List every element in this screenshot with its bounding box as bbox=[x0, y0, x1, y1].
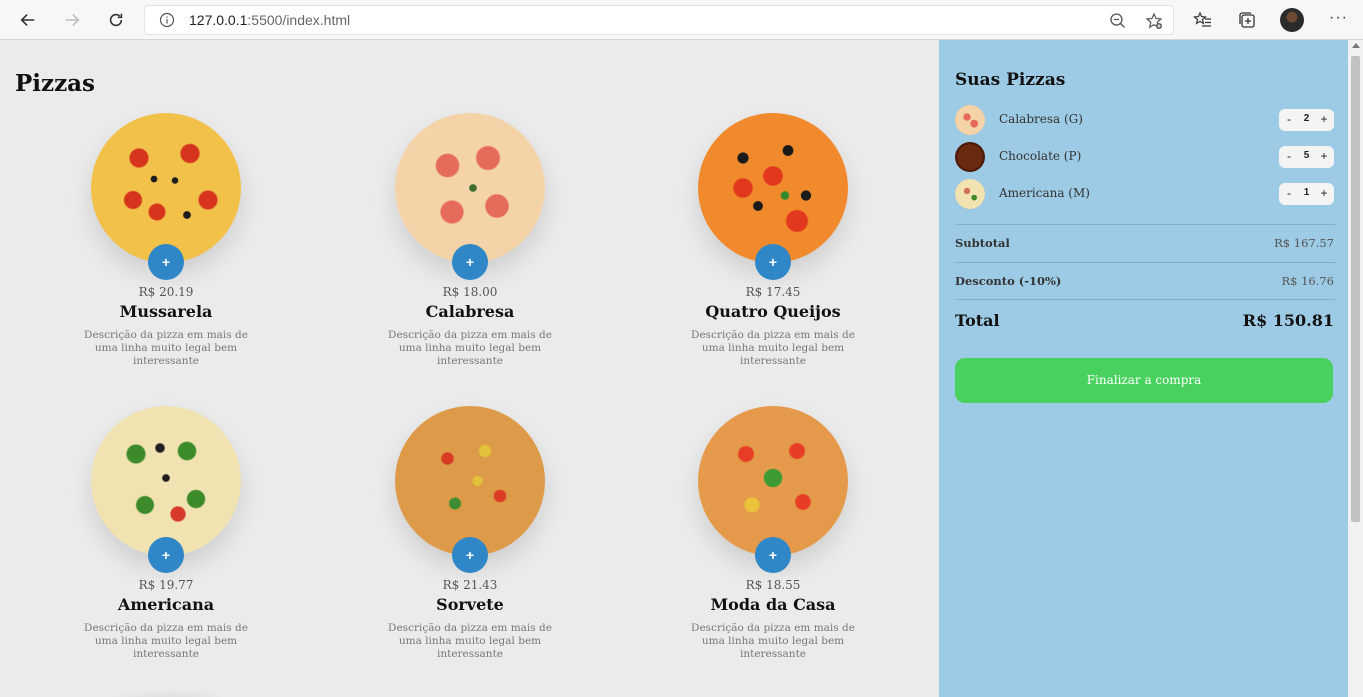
divider bbox=[955, 224, 1335, 225]
cart-item-thumbnail bbox=[955, 105, 985, 135]
decrease-quantity-button[interactable]: - bbox=[1282, 186, 1296, 202]
pizza-price: R$ 21.43 bbox=[442, 578, 498, 592]
total-value: R$ 150.81 bbox=[1242, 311, 1334, 330]
pizza-price: R$ 18.55 bbox=[745, 578, 801, 592]
cart-item: Calabresa (G) - 2 + bbox=[955, 105, 1335, 137]
quantity-value: 2 bbox=[1303, 113, 1310, 124]
cart-item-thumbnail bbox=[955, 142, 985, 172]
scrollbar-thumb[interactable] bbox=[1351, 56, 1360, 522]
increase-quantity-button[interactable]: + bbox=[1317, 149, 1331, 165]
cart-item: Chocolate (P) - 5 + bbox=[955, 142, 1335, 174]
cart-title: Suas Pizzas bbox=[955, 70, 1066, 90]
url-host: 127.0.0.1 bbox=[189, 12, 248, 28]
more-icon[interactable]: ··· bbox=[1329, 9, 1348, 27]
checkout-button[interactable]: Finalizar a compra bbox=[955, 358, 1333, 403]
profile-avatar[interactable] bbox=[1280, 8, 1304, 32]
back-arrow-icon[interactable] bbox=[16, 8, 40, 32]
forward-arrow-icon[interactable] bbox=[60, 8, 84, 32]
pizza-price: R$ 20.19 bbox=[138, 285, 194, 299]
discount-label: Desconto (-10%) bbox=[955, 274, 1062, 288]
add-pizza-button[interactable]: + bbox=[755, 537, 791, 573]
add-pizza-button[interactable]: + bbox=[148, 244, 184, 280]
quantity-value: 5 bbox=[1303, 150, 1310, 161]
subtotal-value: R$ 167.57 bbox=[1274, 236, 1334, 250]
page-content: Pizzas + R$ 20.19 Mussarela Descrição da… bbox=[0, 40, 1363, 697]
increase-quantity-button[interactable]: + bbox=[1317, 186, 1331, 202]
subtotal-label: Subtotal bbox=[955, 236, 1010, 250]
url-text: 127.0.0.1:5500/index.html bbox=[189, 12, 350, 28]
pizza-image[interactable] bbox=[91, 113, 241, 263]
increase-quantity-button[interactable]: + bbox=[1317, 112, 1331, 128]
next-pizza-shadow bbox=[100, 688, 240, 697]
scrollbar[interactable] bbox=[1348, 40, 1363, 697]
quantity-stepper: - 1 + bbox=[1279, 183, 1334, 205]
reload-icon[interactable] bbox=[104, 8, 128, 32]
collections-icon[interactable] bbox=[1237, 10, 1257, 30]
info-icon[interactable] bbox=[159, 12, 175, 28]
pizza-menu: Pizzas + R$ 20.19 Mussarela Descrição da… bbox=[0, 40, 939, 697]
quantity-value: 1 bbox=[1303, 187, 1310, 198]
cart-item-thumbnail bbox=[955, 179, 985, 209]
scroll-up-arrow-icon[interactable] bbox=[1352, 43, 1360, 48]
pizza-name: Americana bbox=[117, 595, 215, 614]
cart-item-label: Calabresa (G) bbox=[999, 112, 1083, 126]
quantity-stepper: - 5 + bbox=[1279, 146, 1334, 168]
pizza-description: Descrição da pizza em mais de uma linha … bbox=[691, 622, 855, 660]
pizza-name: Sorvete bbox=[436, 595, 504, 614]
address-bar[interactable]: 127.0.0.1:5500/index.html bbox=[144, 5, 1174, 35]
zoom-out-icon[interactable] bbox=[1109, 12, 1127, 30]
cart-item-label: Chocolate (P) bbox=[999, 149, 1082, 163]
pizza-image[interactable] bbox=[698, 113, 848, 263]
pizza-description: Descrição da pizza em mais de uma linha … bbox=[691, 329, 855, 367]
add-pizza-button[interactable]: + bbox=[452, 244, 488, 280]
add-pizza-button[interactable]: + bbox=[148, 537, 184, 573]
add-pizza-button[interactable]: + bbox=[452, 537, 488, 573]
pizza-price: R$ 18.00 bbox=[442, 285, 498, 299]
cart-item-label: Americana (M) bbox=[999, 186, 1090, 200]
decrease-quantity-button[interactable]: - bbox=[1282, 112, 1296, 128]
pizza-name: Quatro Queijos bbox=[705, 302, 841, 321]
page-title: Pizzas bbox=[15, 70, 96, 97]
pizza-description: Descrição da pizza em mais de uma linha … bbox=[388, 329, 552, 367]
quantity-stepper: - 2 + bbox=[1279, 109, 1334, 131]
divider bbox=[955, 299, 1335, 300]
pizza-image[interactable] bbox=[395, 113, 545, 263]
add-pizza-button[interactable]: + bbox=[755, 244, 791, 280]
pizza-price: R$ 17.45 bbox=[745, 285, 801, 299]
discount-value: R$ 16.76 bbox=[1281, 274, 1334, 288]
pizza-name: Mussarela bbox=[119, 302, 213, 321]
favorites-icon[interactable] bbox=[1193, 10, 1213, 30]
pizza-name: Moda da Casa bbox=[710, 595, 836, 614]
pizza-image[interactable] bbox=[395, 406, 545, 556]
cart-item: Americana (M) - 1 + bbox=[955, 179, 1335, 211]
divider bbox=[955, 262, 1335, 263]
pizza-name: Calabresa bbox=[425, 302, 515, 321]
pizza-description: Descrição da pizza em mais de uma linha … bbox=[388, 622, 552, 660]
pizza-image[interactable] bbox=[91, 406, 241, 556]
pizza-description: Descrição da pizza em mais de uma linha … bbox=[84, 622, 248, 660]
pizza-price: R$ 19.77 bbox=[138, 578, 194, 592]
pizza-description: Descrição da pizza em mais de uma linha … bbox=[84, 329, 248, 367]
pizza-image[interactable] bbox=[698, 406, 848, 556]
decrease-quantity-button[interactable]: - bbox=[1282, 149, 1296, 165]
cart-panel: Suas Pizzas Calabresa (G) - 2 + Chocolat… bbox=[939, 40, 1348, 697]
total-label: Total bbox=[955, 311, 1000, 330]
browser-toolbar: 127.0.0.1:5500/index.html ··· bbox=[0, 0, 1363, 40]
add-favorite-icon[interactable] bbox=[1145, 12, 1163, 30]
url-path: :5500/index.html bbox=[247, 12, 351, 28]
